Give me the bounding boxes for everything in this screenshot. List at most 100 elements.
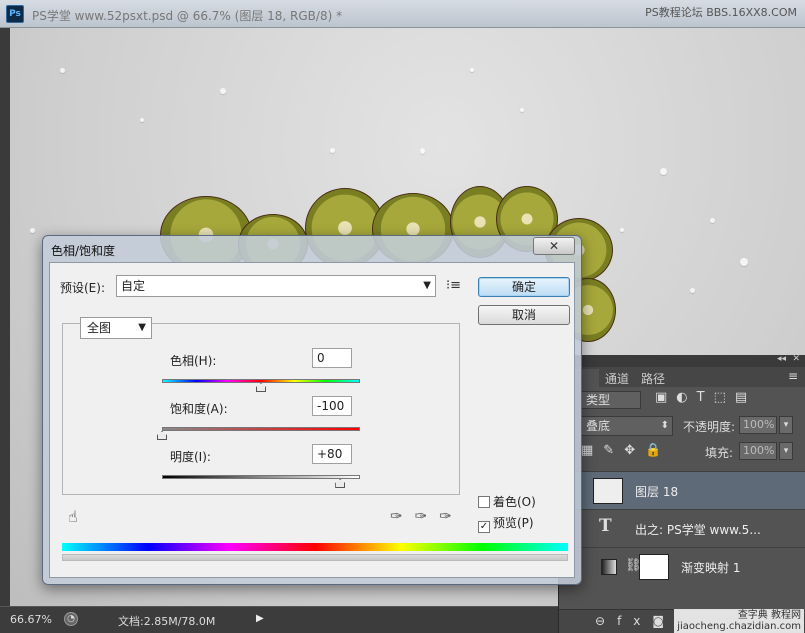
water-drop [30, 228, 35, 233]
watermark-top: PS教程论坛 BBS.16XX8.COM [645, 6, 797, 19]
water-drop [520, 108, 524, 112]
panel-header: ◂◂ ✕ [559, 354, 805, 367]
lock-all-icon[interactable]: 🔒 [645, 443, 671, 458]
saturation-input[interactable]: -100 [312, 396, 352, 416]
water-drop [60, 68, 65, 73]
lock-transparent-icon[interactable]: ▦ [581, 443, 603, 458]
filter-icons[interactable]: ▣◐T⬚▤ [655, 390, 756, 405]
layer-name: 出之: PS学堂 www.5... [635, 523, 761, 537]
collapse-icon[interactable]: ◂◂ [777, 354, 786, 364]
status-bar: 66.67% ◔ 文档:2.85M/78.0M ▶ [0, 606, 560, 633]
dialog-title: 色相/饱和度 [51, 244, 116, 258]
blend-mode-value: 叠底 [586, 419, 611, 433]
cancel-button[interactable]: 取消 [478, 305, 570, 325]
eyedropper-minus-icon[interactable]: ✑ [439, 507, 464, 525]
water-drop [330, 148, 335, 153]
footer-icons[interactable]: ⊖fx◙ [595, 614, 676, 628]
blend-mode-select[interactable]: 叠底 ⬍ [581, 416, 673, 436]
layer-thumbnail [593, 478, 623, 504]
layer-row-text[interactable]: T 出之: PS学堂 www.5... [559, 509, 805, 547]
preview-label: 预览(P) [493, 516, 534, 530]
left-edge-strip [0, 28, 10, 606]
water-drop [140, 118, 144, 122]
layers-panel-footer: ⊖fx◙ 查字典 教程网 jiaocheng.chazidian.com [559, 609, 805, 633]
hue-input[interactable]: 0 [312, 348, 352, 368]
on-image-adjust-hand-icon[interactable]: ☝ [68, 507, 78, 526]
eyedropper-plus-icon[interactable]: ✑ [415, 507, 440, 525]
fill-dropdown-icon[interactable]: ▾ [779, 442, 793, 460]
shape-filter-icon[interactable]: ⬚ [714, 390, 735, 405]
water-drop [470, 68, 474, 72]
eyedropper-icon[interactable]: ✑ [390, 507, 415, 525]
fill-label: 填充: [705, 446, 734, 460]
input-color-bar [62, 543, 568, 551]
water-drop [660, 168, 667, 175]
preset-select[interactable]: 自定 ▼ [116, 275, 436, 297]
preset-options-icon[interactable]: ⁝≡ [446, 278, 461, 293]
tab-channels[interactable]: 通道 [599, 369, 635, 387]
text-filter-icon[interactable]: T [697, 390, 714, 405]
lightness-label: 明度(I): [170, 450, 211, 464]
chevron-down-icon: ▼ [423, 280, 431, 291]
smart-filter-icon[interactable]: ▤ [735, 390, 756, 405]
saturation-label: 饱和度(A): [170, 402, 228, 416]
layer-name: 渐变映射 1 [681, 561, 741, 575]
link-layers-icon[interactable]: ⊖ [595, 614, 617, 628]
doc-info-icon[interactable]: ◔ [64, 612, 78, 626]
layers-panel: ◂◂ ✕ 通道 路径 ≡ 类型 ▣◐T⬚▤ 叠底 ⬍ 不透明度: 100% ▾ [558, 354, 805, 633]
fx-icon[interactable]: fx [617, 614, 652, 628]
edit-range-value: 全图 [87, 321, 112, 335]
close-icon[interactable]: ✕ [792, 354, 800, 364]
watermark-bottom: 查字典 教程网 jiaocheng.chazidian.com [674, 609, 804, 633]
hue-slider-track[interactable] [162, 379, 360, 383]
water-drop [690, 288, 695, 293]
image-filter-icon[interactable]: ▣ [655, 390, 676, 405]
text-layer-icon: T [599, 516, 612, 536]
preview-box[interactable]: ✓ [478, 521, 490, 533]
photoshop-logo-icon: Ps [6, 5, 24, 23]
water-drop [420, 148, 425, 154]
layer-row-18[interactable]: 图层 18 [559, 471, 805, 509]
layer-mask-thumbnail[interactable] [639, 554, 669, 580]
layer-row-gradient-map[interactable]: ⛓ 渐变映射 1 [559, 547, 805, 585]
dialog-body: 预设(E): 自定 ▼ ⁝≡ 确定 取消 全图 ▼ 色相(H): 0 饱和度(A… [49, 262, 575, 578]
colorize-label: 着色(O) [493, 495, 536, 509]
lightness-slider-track[interactable] [162, 475, 360, 479]
colorize-box[interactable] [478, 496, 490, 508]
layer-name: 图层 18 [635, 485, 679, 499]
water-drop [740, 258, 748, 266]
panel-tabs: 通道 路径 ≡ [559, 367, 805, 387]
tab-paths[interactable]: 路径 [635, 369, 671, 387]
status-menu-arrow-icon[interactable]: ▶ [256, 613, 264, 624]
panel-menu-icon[interactable]: ≡ [788, 369, 798, 383]
saturation-slider-track[interactable] [162, 427, 360, 431]
lock-row: ▦✎✥🔒 填充: 100% ▾ [559, 439, 805, 465]
water-drop [620, 228, 624, 232]
ok-button[interactable]: 确定 [478, 277, 570, 297]
fill-input[interactable]: 100% [739, 442, 777, 460]
gradient-map-icon [601, 559, 617, 575]
hue-saturation-dialog: 色相/饱和度 ✕ 预设(E): 自定 ▼ ⁝≡ 确定 取消 全图 ▼ 色相(H)… [42, 235, 582, 585]
lock-move-icon[interactable]: ✥ [624, 443, 645, 458]
opacity-input[interactable]: 100% [739, 416, 777, 434]
colorize-checkbox[interactable]: 着色(O) [478, 493, 536, 510]
adjustment-filter-icon[interactable]: ◐ [676, 390, 696, 405]
lock-paint-icon[interactable]: ✎ [603, 443, 624, 458]
eyedropper-tools: ✑✑✑ [390, 507, 464, 525]
zoom-level[interactable]: 66.67% [10, 613, 52, 626]
opacity-dropdown-icon[interactable]: ▾ [779, 416, 793, 434]
lightness-input[interactable]: +80 [312, 444, 352, 464]
dialog-close-button[interactable]: ✕ [533, 237, 575, 255]
add-mask-icon[interactable]: ◙ [652, 614, 676, 628]
preview-checkbox[interactable]: ✓ 预览(P) [478, 514, 534, 533]
preset-value: 自定 [121, 279, 146, 293]
document-size: 文档:2.85M/78.0M [118, 615, 216, 628]
opacity-label: 不透明度: [683, 420, 736, 434]
edit-range-select[interactable]: 全图 ▼ [80, 317, 152, 339]
kind-filter-select[interactable]: 类型 [581, 391, 641, 409]
water-drop [220, 88, 226, 94]
filter-row: 类型 ▣◐T⬚▤ [559, 387, 805, 413]
lock-icons[interactable]: ▦✎✥🔒 [581, 443, 671, 458]
blend-row: 叠底 ⬍ 不透明度: 100% ▾ [559, 413, 805, 439]
hue-label: 色相(H): [170, 354, 217, 368]
